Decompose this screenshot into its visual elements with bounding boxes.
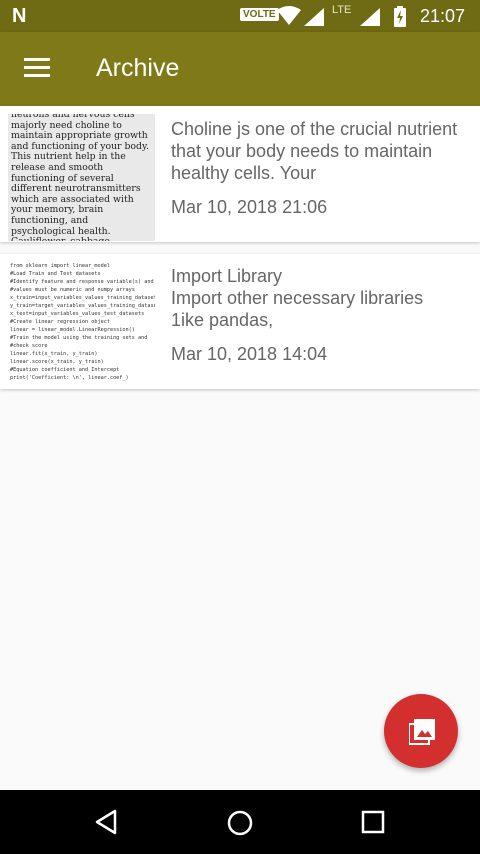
add-image-icon (409, 719, 435, 745)
notification-icon: N (12, 5, 27, 27)
note-card[interactable]: from sklearn import linear_model #Load T… (0, 254, 480, 389)
note-date: Mar 10, 2018 21:06 (171, 197, 328, 217)
lte-label: LTE (332, 4, 352, 16)
signal-icon (304, 8, 324, 26)
note-date: Mar 10, 2018 14:04 (171, 344, 328, 364)
wifi-icon (277, 6, 301, 25)
home-icon[interactable] (226, 809, 254, 837)
note-preview-text: Import other necessary libraries 1ike pa… (171, 288, 424, 330)
recent-apps-icon[interactable] (361, 810, 385, 834)
page-title: Archive (96, 54, 180, 82)
status-bar: N VOLTE LTE 21:07 (0, 0, 480, 32)
signal-icon (360, 8, 380, 26)
clock: 21:07 (420, 6, 466, 26)
navigation-bar (0, 790, 480, 854)
add-image-button[interactable] (384, 694, 458, 768)
note-thumbnail: neurons and nervous cells majorly need c… (8, 114, 155, 241)
note-thumbnail: from sklearn import linear_model #Load T… (8, 262, 155, 387)
hamburger-menu-icon[interactable] (24, 58, 50, 78)
volte-badge: VOLTE (240, 8, 279, 21)
note-title: Import Library (171, 266, 283, 286)
back-icon[interactable] (93, 808, 119, 836)
note-card[interactable]: neurons and nervous cells majorly need c… (0, 106, 480, 242)
battery-charging-icon (394, 6, 406, 27)
app-bar: Archive (0, 32, 480, 106)
note-preview-text: Choline js one of the crucial nutrient t… (171, 119, 458, 183)
